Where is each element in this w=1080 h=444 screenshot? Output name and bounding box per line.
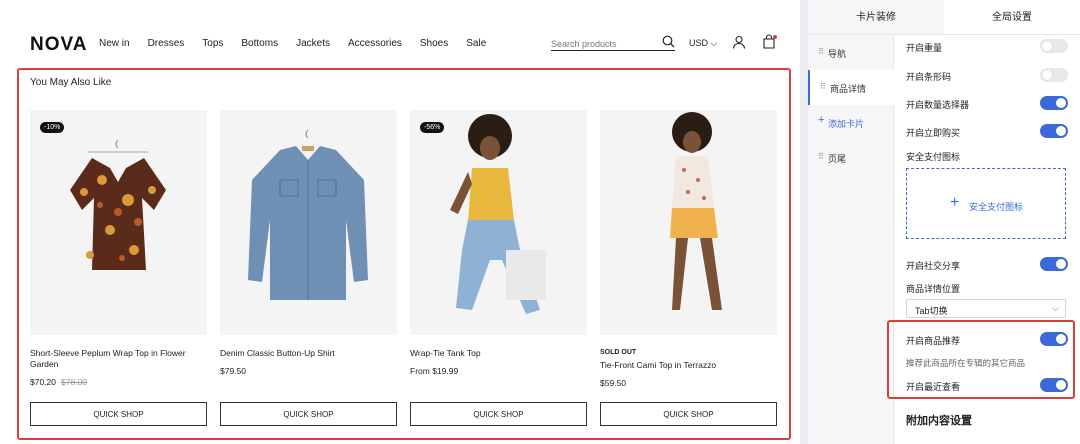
toggle-social-share[interactable] [1040, 257, 1068, 271]
product-name[interactable]: Short-Sleeve Peplum Wrap Top in Flower G… [30, 348, 207, 370]
sale-price: $70.20 [30, 377, 56, 387]
sale-price: $59.50 [600, 378, 626, 388]
product-price: $79.50 [220, 366, 246, 376]
product-image[interactable] [600, 110, 777, 335]
drag-handle-icon[interactable]: ⠿ [818, 47, 824, 56]
card-sidenav: ⠿ 导航 ⠿ 商品详情 + 添加卡片 ⠿ 页尾 [808, 35, 894, 444]
extra-content-section-title: 附加内容设置 [906, 415, 972, 427]
upload-label: 安全支付图标 [969, 202, 1024, 212]
chevron-down-icon: ⌵ [1052, 303, 1059, 313]
quick-shop-button[interactable]: QUICK SHOP [600, 402, 777, 426]
detail-position-select[interactable]: Tab切换 ⌵ [906, 299, 1066, 318]
cart-icon[interactable] [762, 34, 778, 55]
product-card[interactable]: -56% Wrap-Tie Tank Top From $19.99 QUICK… [410, 110, 587, 426]
select-value: Tab切换 [915, 306, 948, 316]
search-icon[interactable] [662, 35, 675, 53]
panel-tabs: 卡片装修 全局设置 [808, 0, 1080, 35]
product-card[interactable]: -10% Short-Sleeve Peplum Wrap Top in Flo… [30, 110, 207, 426]
product-card[interactable]: SOLD OUT Tie-Front Cami Top in Terrazzo … [600, 110, 777, 426]
sidenav-item-product-detail[interactable]: ⠿ 商品详情 [808, 70, 894, 105]
pay-icon-upload[interactable]: + 安全支付图标 [906, 168, 1066, 239]
toggle-qty-selector[interactable] [1040, 96, 1068, 110]
setting-pay-icon-label: 安全支付图标 [906, 152, 961, 162]
toggle-barcode[interactable] [1040, 68, 1068, 82]
search-input[interactable] [551, 37, 655, 49]
toggle-weight[interactable] [1040, 39, 1068, 53]
currency-selector[interactable]: USD ⌵ [689, 38, 717, 49]
nav-item-shoes[interactable]: Shoes [420, 38, 448, 49]
product-image[interactable]: -56% [410, 110, 587, 335]
setting-weight-label: 开启重量 [906, 43, 943, 53]
product-card[interactable]: Denim Classic Button-Up Shirt $79.50 QUI… [220, 110, 397, 426]
sidenav-item-footer[interactable]: ⠿ 页尾 [808, 140, 894, 175]
section-title: You May Also Like [30, 77, 112, 88]
quick-shop-button[interactable]: QUICK SHOP [30, 402, 207, 426]
product-image[interactable]: -10% [30, 110, 207, 335]
sale-price: From $19.99 [410, 366, 459, 376]
tab-global-settings[interactable]: 全局设置 [944, 0, 1080, 34]
sidenav-item-label: 页尾 [828, 154, 847, 164]
main-nav: New in Dresses Tops Bottoms Jackets Acce… [99, 38, 504, 49]
product-name[interactable]: Wrap-Tie Tank Top [410, 348, 587, 359]
product-price: $59.50 [600, 378, 626, 388]
currency-label: USD [689, 38, 709, 48]
sidenav-item-nav[interactable]: ⠿ 导航 [808, 35, 894, 70]
sidenav-item-label: 商品详情 [830, 84, 867, 94]
nav-item-accessories[interactable]: Accessories [348, 38, 402, 49]
sale-price: $79.50 [220, 366, 246, 376]
plus-icon: + [950, 194, 960, 211]
chevron-down-icon: ⌵ [710, 38, 718, 48]
plus-icon: + [818, 114, 825, 126]
recommend-settings-highlight [887, 320, 1075, 399]
setting-qty-selector-label: 开启数量选择器 [906, 100, 970, 110]
setting-social-share-label: 开启社交分享 [906, 261, 961, 271]
discount-badge: -56% [420, 122, 445, 133]
nav-item-bottoms[interactable]: Bottoms [241, 38, 278, 49]
product-image[interactable] [220, 110, 397, 335]
discount-badge: -10% [40, 122, 65, 133]
store-preview: NOVA New in Dresses Tops Bottoms Jackets… [0, 0, 800, 444]
product-name[interactable]: Tie-Front Cami Top in Terrazzo [600, 360, 777, 371]
original-price: $78.00 [61, 377, 87, 387]
setting-barcode-label: 开启条形码 [906, 72, 952, 82]
quick-shop-button[interactable]: QUICK SHOP [220, 402, 397, 426]
recommend-section: You May Also Like -10% Short-Sleeve Pepl… [17, 68, 791, 440]
add-card-button[interactable]: + 添加卡片 [808, 105, 894, 140]
product-name[interactable]: Denim Classic Button-Up Shirt [220, 348, 397, 359]
nav-item-jackets[interactable]: Jackets [296, 38, 330, 49]
search-box [551, 34, 675, 51]
user-icon[interactable] [732, 35, 746, 54]
sold-out-label: SOLD OUT [600, 349, 637, 356]
product-price: $70.20 $78.00 [30, 377, 87, 387]
tab-card-design[interactable]: 卡片装修 [808, 0, 944, 34]
quick-shop-button[interactable]: QUICK SHOP [410, 402, 587, 426]
nav-item-dresses[interactable]: Dresses [148, 38, 185, 49]
sidenav-item-label: 导航 [828, 49, 847, 59]
nav-item-tops[interactable]: Tops [202, 38, 223, 49]
setting-detail-position-label: 商品详情位置 [906, 284, 961, 294]
product-price: From $19.99 [410, 366, 458, 376]
add-card-label: 添加卡片 [828, 119, 865, 129]
drag-handle-icon[interactable]: ⠿ [820, 82, 826, 91]
drag-handle-icon[interactable]: ⠿ [818, 152, 824, 161]
setting-buy-now-label: 开启立即购买 [906, 128, 961, 138]
store-logo[interactable]: NOVA [30, 34, 87, 56]
toggle-buy-now[interactable] [1040, 124, 1068, 138]
nav-item-sale[interactable]: Sale [466, 38, 486, 49]
nav-item-new-in[interactable]: New in [99, 38, 130, 49]
panel-divider [800, 0, 808, 444]
